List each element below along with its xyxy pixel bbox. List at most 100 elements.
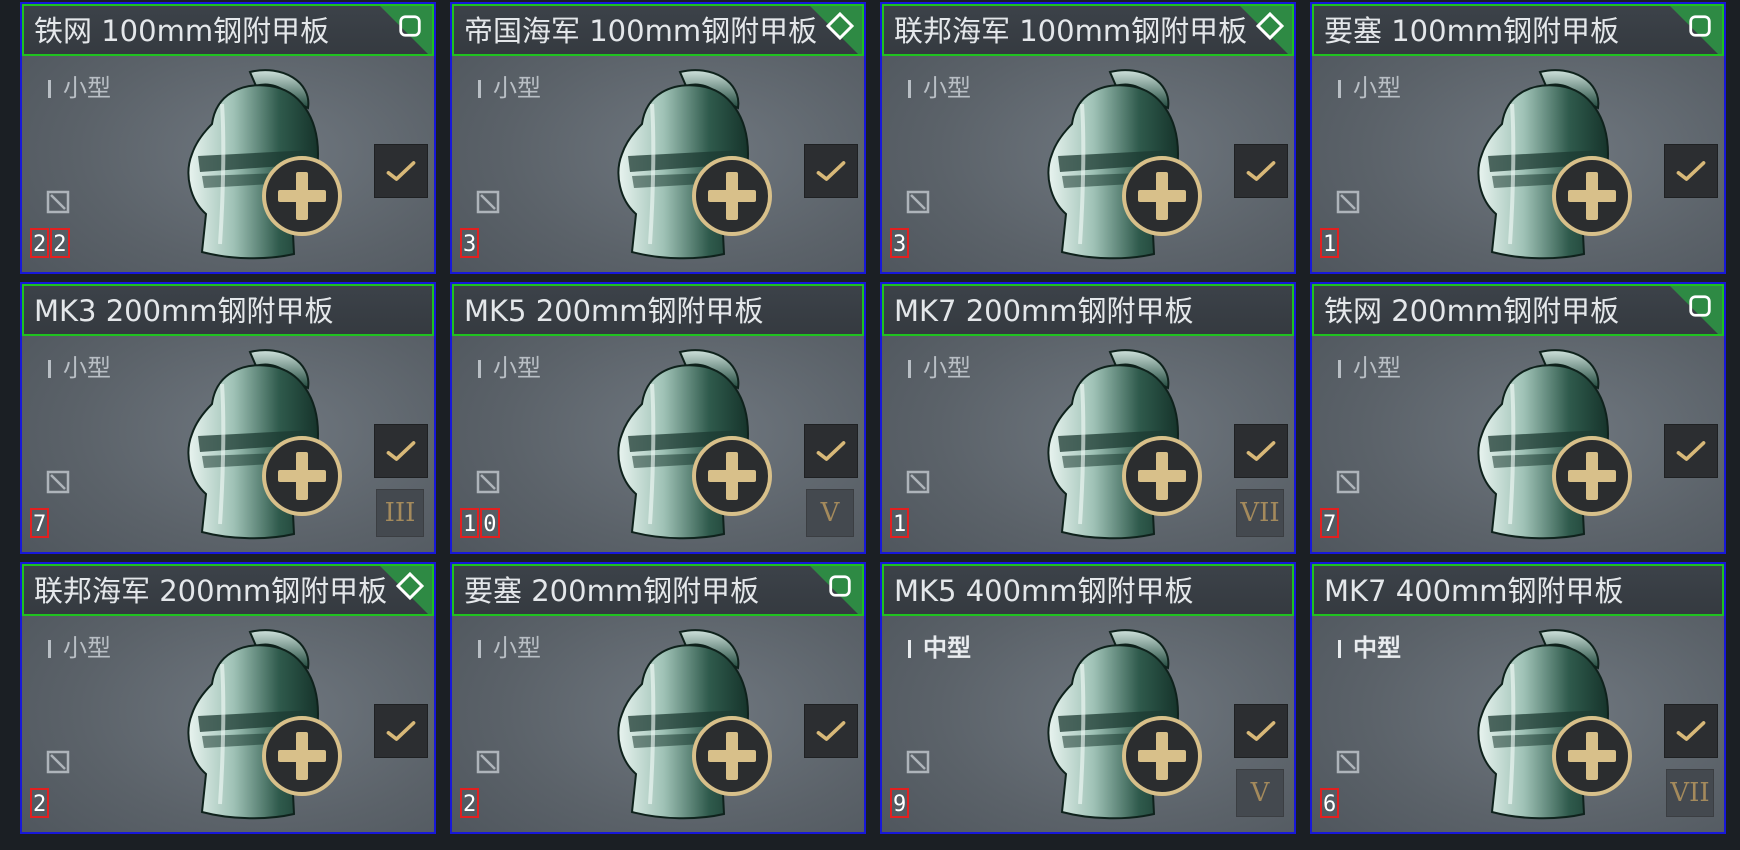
add-icon[interactable]: [1550, 714, 1634, 798]
unlock-slash-icon: [46, 470, 70, 494]
unlock-slash-icon: [476, 750, 500, 774]
item-name: MK3 200mm钢附甲板: [34, 294, 334, 328]
item-count: 9: [890, 788, 910, 818]
item-card[interactable]: 铁网 200mm钢附甲板 小型 7: [1310, 282, 1726, 554]
item-count: 10: [460, 508, 500, 538]
item-name: MK5 400mm钢附甲板: [894, 574, 1194, 608]
count-digit: 1: [1320, 228, 1340, 258]
item-name: 帝国海军 100mm钢附甲板: [464, 14, 818, 48]
add-icon[interactable]: [1120, 154, 1204, 238]
add-icon[interactable]: [260, 434, 344, 518]
item-title-bar: 铁网 200mm钢附甲板: [1312, 284, 1724, 336]
tier-badge: III: [376, 489, 424, 537]
diamond-icon: [1256, 12, 1284, 40]
item-title-bar: 联邦海军 100mm钢附甲板: [882, 4, 1294, 56]
item-card[interactable]: 帝国海军 100mm钢附甲板 小型 3: [450, 2, 866, 274]
item-card[interactable]: MK5 200mm钢附甲板 小型 V 10: [450, 282, 866, 554]
add-icon[interactable]: [690, 714, 774, 798]
item-size-label: 小型: [1338, 68, 1401, 103]
add-icon[interactable]: [690, 154, 774, 238]
unlock-slash-icon: [46, 750, 70, 774]
checkmark-icon[interactable]: [1664, 704, 1718, 758]
checkmark-icon[interactable]: [1664, 144, 1718, 198]
item-card[interactable]: 要塞 100mm钢附甲板 小型 1: [1310, 2, 1726, 274]
item-card[interactable]: 要塞 200mm钢附甲板 小型 2: [450, 562, 866, 834]
item-count: 7: [30, 508, 50, 538]
item-title-bar: 帝国海军 100mm钢附甲板: [452, 4, 864, 56]
count-digit: 2: [50, 228, 70, 258]
item-name: 铁网 100mm钢附甲板: [34, 14, 330, 48]
diamond-icon: [396, 572, 424, 600]
checkmark-icon[interactable]: [374, 704, 428, 758]
unlock-slash-icon: [1336, 470, 1360, 494]
item-title-bar: MK5 400mm钢附甲板: [882, 564, 1294, 616]
item-title-bar: 要塞 100mm钢附甲板: [1312, 4, 1724, 56]
item-name: 要塞 200mm钢附甲板: [464, 574, 760, 608]
count-digit: 1: [460, 508, 480, 538]
item-card[interactable]: MK7 200mm钢附甲板 小型 VII 1: [880, 282, 1296, 554]
inventory-grid: 铁网 100mm钢附甲板 小型 2 2 帝国海军 100mm钢附甲板 小型 3 …: [20, 2, 1726, 834]
item-name: MK7 400mm钢附甲板: [1324, 574, 1624, 608]
square-icon: [396, 12, 424, 40]
item-name: 铁网 200mm钢附甲板: [1324, 294, 1620, 328]
item-name: MK7 200mm钢附甲板: [894, 294, 1194, 328]
item-size-label: 小型: [48, 628, 111, 663]
item-card[interactable]: 联邦海军 200mm钢附甲板 小型 2: [20, 562, 436, 834]
add-icon[interactable]: [690, 434, 774, 518]
checkmark-icon[interactable]: [804, 144, 858, 198]
item-title-bar: 铁网 100mm钢附甲板: [22, 4, 434, 56]
checkmark-icon[interactable]: [1664, 424, 1718, 478]
unlock-slash-icon: [1336, 750, 1360, 774]
item-count: 2: [30, 788, 50, 818]
add-icon[interactable]: [1550, 154, 1634, 238]
checkmark-icon[interactable]: [804, 704, 858, 758]
count-digit: 3: [890, 228, 910, 258]
item-count: 6: [1320, 788, 1340, 818]
tier-badge: VII: [1236, 489, 1284, 537]
checkmark-icon[interactable]: [804, 424, 858, 478]
item-size-label: 小型: [48, 68, 111, 103]
unlock-slash-icon: [906, 470, 930, 494]
item-title-bar: 要塞 200mm钢附甲板: [452, 564, 864, 616]
item-name: 联邦海军 200mm钢附甲板: [34, 574, 388, 608]
item-card[interactable]: MK7 400mm钢附甲板中型 VII 6: [1310, 562, 1726, 834]
add-icon[interactable]: [260, 154, 344, 238]
unlock-slash-icon: [46, 190, 70, 214]
checkmark-icon[interactable]: [374, 144, 428, 198]
item-count: 7: [1320, 508, 1340, 538]
item-size-label: 小型: [478, 68, 541, 103]
item-size-label: 小型: [908, 348, 971, 383]
item-card[interactable]: MK3 200mm钢附甲板小型 III 7: [20, 282, 436, 554]
count-digit: 2: [460, 788, 480, 818]
item-title-bar: 联邦海军 200mm钢附甲板: [22, 564, 434, 616]
checkmark-icon[interactable]: [1234, 424, 1288, 478]
count-digit: 7: [1320, 508, 1340, 538]
checkmark-icon[interactable]: [1234, 704, 1288, 758]
item-title-bar: MK5 200mm钢附甲板: [452, 284, 864, 336]
unlock-slash-icon: [1336, 190, 1360, 214]
item-card[interactable]: 联邦海军 100mm钢附甲板 小型 3: [880, 2, 1296, 274]
item-title-bar: MK7 200mm钢附甲板: [882, 284, 1294, 336]
item-size-label: 小型: [1338, 348, 1401, 383]
tier-badge: V: [1236, 769, 1284, 817]
item-card[interactable]: MK5 400mm钢附甲板 中型 V 9: [880, 562, 1296, 834]
item-name: 要塞 100mm钢附甲板: [1324, 14, 1620, 48]
checkmark-icon[interactable]: [1234, 144, 1288, 198]
count-digit: 0: [480, 508, 500, 538]
item-size-label: 小型: [48, 348, 111, 383]
checkmark-icon[interactable]: [374, 424, 428, 478]
item-count: 1: [1320, 228, 1340, 258]
item-size-label: 中型: [1338, 628, 1401, 663]
unlock-slash-icon: [476, 470, 500, 494]
item-card[interactable]: 铁网 100mm钢附甲板 小型 22: [20, 2, 436, 274]
count-digit: 2: [30, 228, 50, 258]
add-icon[interactable]: [1550, 434, 1634, 518]
item-size-label: 小型: [478, 628, 541, 663]
tier-badge: VII: [1666, 769, 1714, 817]
item-size-label: 小型: [908, 68, 971, 103]
add-icon[interactable]: [1120, 434, 1204, 518]
diamond-icon: [826, 12, 854, 40]
item-count: 3: [460, 228, 480, 258]
add-icon[interactable]: [260, 714, 344, 798]
add-icon[interactable]: [1120, 714, 1204, 798]
